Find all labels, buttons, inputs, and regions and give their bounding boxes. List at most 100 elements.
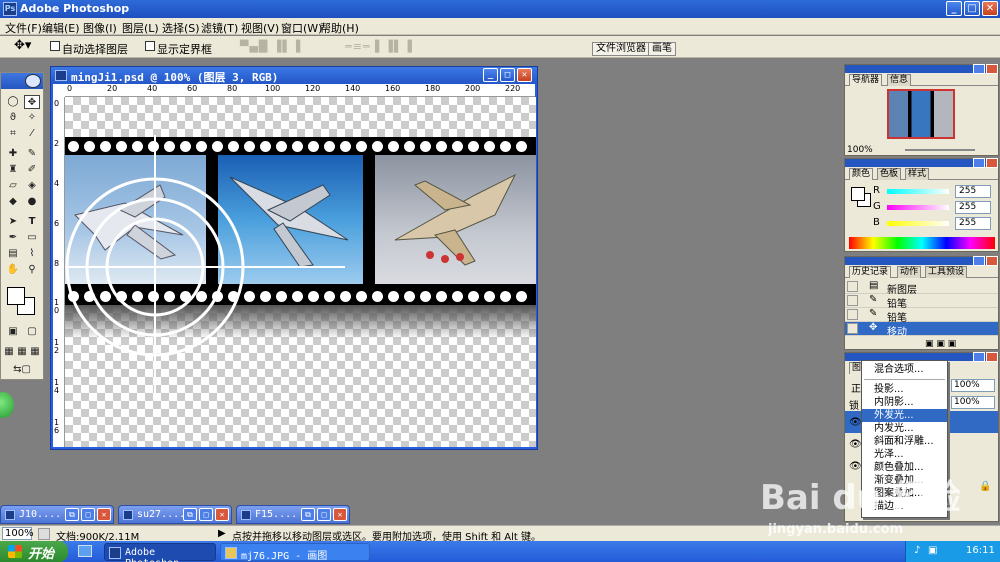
healing-brush-icon[interactable]: ✚	[5, 147, 21, 161]
restore-button[interactable]: ⧉	[65, 508, 79, 521]
slice-tool-icon[interactable]: ⁄	[24, 127, 40, 141]
maximize-button[interactable]: □	[81, 508, 95, 521]
ruler-origin[interactable]	[53, 84, 65, 97]
menu-view[interactable]: 视图(V)	[241, 20, 279, 36]
move-tool-button[interactable]: ✥	[24, 95, 40, 109]
channel-slider[interactable]	[887, 205, 949, 210]
task-photoshop[interactable]: Adobe Photoshop	[104, 543, 216, 562]
menu-image[interactable]: 图像(I)	[83, 20, 117, 36]
history-item-selected[interactable]: ✥ 移动	[845, 322, 998, 338]
tray-network-icon[interactable]: ▣	[928, 545, 937, 556]
history-item[interactable]: ✎ 铅笔	[845, 308, 998, 324]
pen-tool-icon[interactable]: ✒	[5, 231, 21, 245]
minimize-button[interactable]: _	[946, 1, 962, 16]
dodge-tool-icon[interactable]: ●	[24, 195, 40, 209]
history-source-box[interactable]	[847, 309, 858, 320]
document-title-bar[interactable]: mingJi1.psd @ 100% (图层 3, RGB) _ □ ✕	[51, 67, 537, 84]
fill-field[interactable]: 100%	[951, 396, 995, 409]
menu-item-bevel-emboss[interactable]: 斜面和浮雕...	[862, 435, 947, 448]
ruler-horizontal[interactable]: 0 20 40 60 80 100 120 140 160 180 200 22…	[65, 84, 535, 97]
eyedropper-icon[interactable]: ⌇	[24, 247, 40, 261]
type-tool-icon[interactable]: T	[24, 215, 40, 229]
brushes-tab[interactable]: 画笔	[648, 42, 676, 56]
close-button[interactable]: ✕	[982, 1, 998, 16]
restore-button[interactable]: ⧉	[183, 508, 197, 521]
layer-visibility-icon[interactable]: 👁	[849, 417, 862, 428]
quickmask-mode-icon[interactable]: ▢	[24, 325, 40, 339]
path-select-icon[interactable]: ➤	[5, 215, 21, 229]
ruler-vertical[interactable]: 0 2 4 6 8 1 0 1 2 1 4 1 6	[53, 97, 65, 447]
doc-close-button[interactable]: ✕	[517, 68, 532, 82]
minimized-window-j10[interactable]: J10.... ⧉ □ ✕	[0, 505, 114, 524]
history-source-box[interactable]	[847, 281, 858, 292]
menu-filter[interactable]: 滤镜(T)	[201, 20, 238, 36]
tab-swatches[interactable]: 色板	[877, 168, 902, 180]
stamp-tool-icon[interactable]: ♜	[5, 163, 21, 177]
doc-minimize-button[interactable]: _	[483, 68, 498, 82]
move-tool-icon[interactable]: ✥▾	[14, 38, 31, 53]
channel-slider[interactable]	[887, 189, 949, 194]
menu-window[interactable]: 窗口(W)	[281, 20, 322, 36]
clock[interactable]: 16:11	[966, 545, 995, 556]
screen-mode-1-icon[interactable]: ▦	[3, 345, 15, 359]
channel-value[interactable]: 255	[955, 201, 991, 214]
hand-tool-icon[interactable]: ✋	[5, 263, 21, 277]
tab-info[interactable]: 信息	[887, 74, 912, 86]
align-icons[interactable]: ▀▄█ ▐▌▐	[240, 40, 301, 53]
fg-color-chip[interactable]	[851, 187, 865, 201]
standard-mode-icon[interactable]: ▣	[5, 325, 21, 339]
tab-tool-presets[interactable]: 工具预设	[925, 266, 968, 278]
crop-tool-icon[interactable]: ⌗	[5, 127, 21, 141]
menu-help[interactable]: 帮助(H)	[320, 20, 359, 36]
magic-wand-icon[interactable]: ✧	[24, 111, 40, 125]
history-buttons[interactable]: ▣ ▣ ▣	[925, 339, 956, 349]
screen-mode-3-icon[interactable]: ▦	[29, 345, 41, 359]
close-button[interactable]: ✕	[97, 508, 111, 521]
show-desktop-icon[interactable]	[78, 545, 92, 557]
menu-layer[interactable]: 图层(L)	[122, 20, 159, 36]
eraser-tool-icon[interactable]: ▱	[5, 179, 21, 193]
history-source-box[interactable]	[847, 323, 858, 334]
palette-close-button[interactable]	[986, 352, 998, 362]
menu-item-outer-glow[interactable]: 外发光...	[862, 409, 947, 422]
opacity-field[interactable]: 100%	[951, 379, 995, 392]
channel-value[interactable]: 255	[955, 217, 991, 230]
navigator-zoom[interactable]: 100%	[847, 145, 873, 155]
menu-select[interactable]: 选择(S)	[162, 20, 200, 36]
distribute-icons[interactable]: ═≡═ ▌▐▌▐	[345, 40, 413, 53]
maximize-button[interactable]: □	[964, 1, 980, 16]
tray-sound-icon[interactable]: ♪	[914, 545, 920, 556]
menu-edit[interactable]: 编辑(E)	[42, 20, 80, 36]
zoom-field[interactable]: 100%	[2, 527, 34, 540]
play-arrow-icon[interactable]: ▶	[218, 528, 226, 539]
menu-item-blending-options[interactable]: 混合选项...	[862, 363, 947, 376]
lasso-tool-icon[interactable]: ϑ	[5, 111, 21, 125]
menu-item-satin[interactable]: 光泽...	[862, 448, 947, 461]
marquee-tool-icon[interactable]: ◯	[5, 95, 21, 109]
close-button[interactable]: ✕	[215, 508, 229, 521]
foreground-color-swatch[interactable]	[7, 287, 25, 305]
history-item[interactable]: ▤ 新图层	[845, 280, 998, 296]
blend-mode-select[interactable]: 正	[851, 380, 861, 395]
restore-button[interactable]: ⧉	[301, 508, 315, 521]
notes-tool-icon[interactable]: ▤	[5, 247, 21, 261]
menu-file[interactable]: 文件(F)	[5, 20, 42, 36]
task-paint[interactable]: mj76.JPG - 画图	[220, 543, 370, 562]
color-spectrum-bar[interactable]	[849, 237, 995, 249]
tab-navigator[interactable]: 导航器	[849, 74, 883, 86]
history-item[interactable]: ✎ 铅笔	[845, 294, 998, 310]
layer-visibility-icon[interactable]: 👁	[849, 439, 862, 450]
start-button[interactable]: 开始	[0, 541, 68, 562]
palette-minimize-button[interactable]	[973, 352, 985, 362]
minimized-window-f15[interactable]: F15.... ⧉ □ ✕	[236, 505, 350, 524]
tab-history[interactable]: 历史记录	[849, 266, 892, 278]
show-bbox-checkbox[interactable]	[145, 41, 155, 51]
menu-item-inner-glow[interactable]: 内发光...	[862, 422, 947, 435]
menu-item-drop-shadow[interactable]: 投影...	[862, 383, 947, 396]
tab-styles[interactable]: 样式	[905, 168, 930, 180]
blur-tool-icon[interactable]: ◆	[5, 195, 21, 209]
close-button[interactable]: ✕	[333, 508, 347, 521]
file-browser-tab[interactable]: 文件浏览器	[592, 42, 650, 56]
history-brush-icon[interactable]: ✐	[24, 163, 40, 177]
navigator-thumbnail[interactable]	[887, 89, 955, 139]
